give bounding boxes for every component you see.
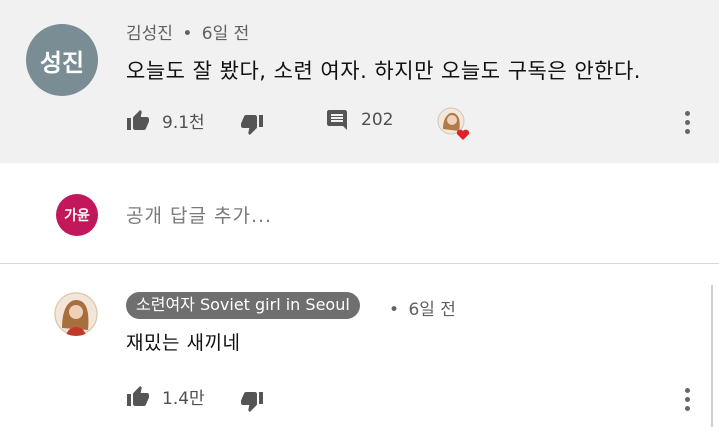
commenter-avatar[interactable]: 성진 bbox=[26, 24, 98, 96]
more-vert-icon bbox=[685, 388, 690, 393]
divider bbox=[0, 263, 719, 264]
reply-button[interactable]: 202 bbox=[325, 108, 393, 132]
reply-like-count: 1.4만 bbox=[162, 389, 205, 409]
channel-name-badge[interactable]: 소련여자 Soviet girl in Seoul bbox=[126, 292, 360, 319]
heart-badge-icon bbox=[437, 107, 470, 140]
user-avatar-initials: 가윤 bbox=[64, 208, 90, 224]
reply-dislike-button[interactable] bbox=[240, 389, 264, 413]
comment-author[interactable]: 김성진 bbox=[126, 24, 173, 44]
thumb-down-icon bbox=[241, 392, 263, 412]
scrollbar-track[interactable] bbox=[711, 285, 713, 427]
reply-more-options-button[interactable] bbox=[684, 388, 692, 415]
reply-meta: • 6일 전 bbox=[389, 295, 456, 320]
thumb-up-icon bbox=[127, 109, 149, 130]
meta-separator: • bbox=[389, 300, 400, 320]
reply-time[interactable]: 6일 전 bbox=[408, 300, 456, 320]
like-count: 9.1천 bbox=[162, 113, 205, 133]
thumb-up-icon bbox=[127, 385, 149, 406]
comment-time[interactable]: 6일 전 bbox=[202, 24, 250, 44]
commenter-avatar-initials: 성진 bbox=[39, 48, 85, 77]
creator-heart-badge bbox=[437, 107, 471, 141]
thumb-down-icon bbox=[241, 115, 263, 135]
reply-count: 202 bbox=[361, 110, 394, 130]
user-avatar: 가윤 bbox=[56, 194, 98, 236]
more-options-button[interactable] bbox=[684, 111, 692, 138]
more-vert-icon bbox=[685, 111, 690, 116]
public-reply-input[interactable]: 공개 답글 추가... bbox=[126, 201, 272, 228]
meta-separator: • bbox=[182, 24, 193, 44]
like-button[interactable]: 9.1천 bbox=[126, 108, 205, 133]
channel-avatar[interactable] bbox=[54, 292, 98, 336]
reply-icon bbox=[327, 110, 347, 130]
reply-like-button[interactable]: 1.4만 bbox=[126, 384, 205, 409]
comment-text: 오늘도 잘 봤다, 소련 여자. 하지만 오늘도 구독은 안한다. bbox=[126, 59, 641, 83]
comment-meta: 김성진 • 6일 전 bbox=[126, 19, 249, 44]
dislike-button[interactable] bbox=[240, 112, 264, 136]
reply-text: 재밌는 새끼네 bbox=[126, 332, 241, 354]
